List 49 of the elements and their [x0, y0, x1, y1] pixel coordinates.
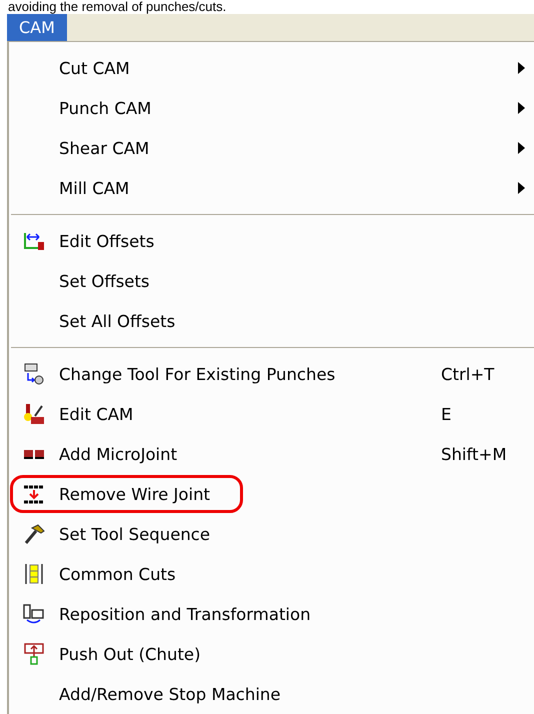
menu-item[interactable]: Punch CAM — [9, 88, 534, 128]
menu-item-label: Shear CAM — [59, 138, 150, 158]
menu-item-label: Cut CAM — [59, 58, 130, 78]
menu-item[interactable]: Common Cuts — [9, 554, 534, 594]
menu-item[interactable]: Shear CAM — [9, 128, 534, 168]
menu-item-label: Edit CAM — [59, 404, 134, 424]
reposition-icon — [23, 603, 45, 625]
menu-item[interactable]: Add/Remove Stop Machine — [9, 674, 534, 714]
menu-item-label: Push Out (Chute) — [59, 644, 201, 664]
wire-joint-icon — [23, 483, 45, 505]
menu-item-label: Punch CAM — [59, 98, 152, 118]
menu-item-label: Mill CAM — [59, 178, 130, 198]
hammer-icon — [23, 523, 45, 545]
menu-item-label: Set All Offsets — [59, 312, 176, 330]
menu-item[interactable]: Set All Offsets — [9, 301, 534, 341]
menu-item[interactable]: Remove Wire Joint — [9, 474, 244, 514]
menu-item-label: Remove Wire Joint — [59, 484, 210, 504]
menu-bar-item[interactable]: CAM — [7, 14, 67, 41]
menu-item[interactable]: Reposition and Transformation — [9, 594, 534, 634]
edit-cam-icon — [23, 403, 45, 425]
menu-item[interactable]: Add MicroJoint Shift+M — [9, 434, 534, 474]
menu-item[interactable]: Cut CAM — [9, 48, 534, 88]
menu-item[interactable]: Edit Offsets — [9, 221, 534, 261]
push-out-icon — [23, 643, 45, 665]
menu-item-label: Set Offsets — [59, 272, 150, 290]
offset-icon — [23, 230, 45, 252]
menu-item-label: Change Tool For Existing Punches — [59, 364, 336, 384]
caption-text: avoiding the removal of punches/cuts. — [7, 0, 228, 14]
menu-item-label: Common Cuts — [59, 564, 176, 584]
menu-item[interactable]: Mill CAM — [9, 168, 534, 208]
menu-item-label: Edit Offsets — [59, 232, 154, 250]
menu-item-label: Set Tool Sequence — [59, 524, 210, 544]
menu-item[interactable]: Push Out (Chute) — [9, 634, 534, 674]
submenu-arrow-icon — [518, 102, 525, 114]
menu-item[interactable]: Set Tool Sequence — [9, 514, 534, 554]
menu-item[interactable]: Change Tool For Existing Punches Ctrl+T — [9, 354, 534, 394]
shortcut-text: E — [441, 404, 452, 424]
change-tool-icon — [23, 363, 45, 385]
submenu-arrow-icon — [518, 62, 525, 74]
menu-item-label: Reposition and Transformation — [59, 604, 311, 624]
menu-item[interactable]: Set Offsets — [9, 261, 534, 301]
shortcut-text: Ctrl+T — [441, 364, 494, 384]
submenu-arrow-icon — [518, 142, 525, 154]
menu-item[interactable]: Edit CAM E — [9, 394, 534, 434]
submenu-arrow-icon — [518, 182, 525, 194]
menu-item-label: Add/Remove Stop Machine — [59, 684, 281, 704]
common-cuts-icon — [23, 563, 45, 585]
menu-item-label: Add MicroJoint — [59, 444, 178, 464]
shortcut-text: Shift+M — [441, 444, 507, 464]
